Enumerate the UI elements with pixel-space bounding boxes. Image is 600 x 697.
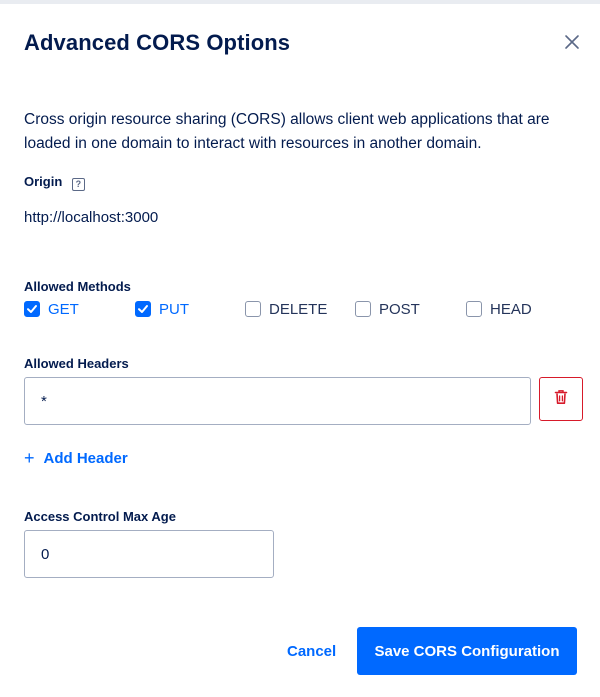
max-age-label: Access Control Max Age: [24, 509, 176, 524]
allowed-header-input[interactable]: [24, 377, 531, 425]
allowed-methods-label: Allowed Methods: [24, 279, 131, 294]
delete-header-button[interactable]: [539, 377, 583, 421]
cors-options-dialog: Advanced CORS Options Cross origin resou…: [0, 0, 600, 697]
origin-label: Origin ?: [24, 174, 85, 191]
plus-icon: +: [24, 448, 35, 468]
method-head[interactable]: HEAD: [466, 298, 532, 320]
save-cors-button[interactable]: Save CORS Configuration: [357, 627, 577, 675]
method-get-label: GET: [48, 300, 79, 318]
checkbox-head[interactable]: [466, 301, 482, 317]
checkbox-get[interactable]: [24, 301, 40, 317]
method-put[interactable]: PUT: [135, 298, 189, 320]
dialog-description: Cross origin resource sharing (CORS) all…: [24, 111, 550, 152]
dialog-title: Advanced CORS Options: [24, 30, 291, 55]
max-age-input[interactable]: [24, 530, 274, 578]
close-icon[interactable]: [562, 32, 582, 52]
origin-value: http://localhost:3000: [24, 209, 159, 226]
checkbox-put[interactable]: [135, 301, 151, 317]
method-post[interactable]: POST: [355, 298, 420, 320]
method-head-label: HEAD: [490, 300, 532, 318]
trash-icon: [554, 389, 568, 410]
method-post-label: POST: [379, 300, 420, 318]
method-delete-label: DELETE: [269, 300, 328, 318]
origin-label-text: Origin: [24, 174, 63, 189]
method-put-label: PUT: [159, 300, 189, 318]
method-delete[interactable]: DELETE: [245, 298, 327, 320]
checkbox-post[interactable]: [355, 301, 371, 317]
add-header-button[interactable]: + Add Header: [24, 448, 128, 468]
checkbox-delete[interactable]: [245, 301, 261, 317]
add-header-label: Add Header: [43, 449, 128, 467]
method-get[interactable]: GET: [24, 298, 79, 320]
help-icon[interactable]: ?: [71, 178, 85, 191]
allowed-headers-label: Allowed Headers: [24, 356, 129, 371]
cancel-button[interactable]: Cancel: [287, 640, 336, 662]
